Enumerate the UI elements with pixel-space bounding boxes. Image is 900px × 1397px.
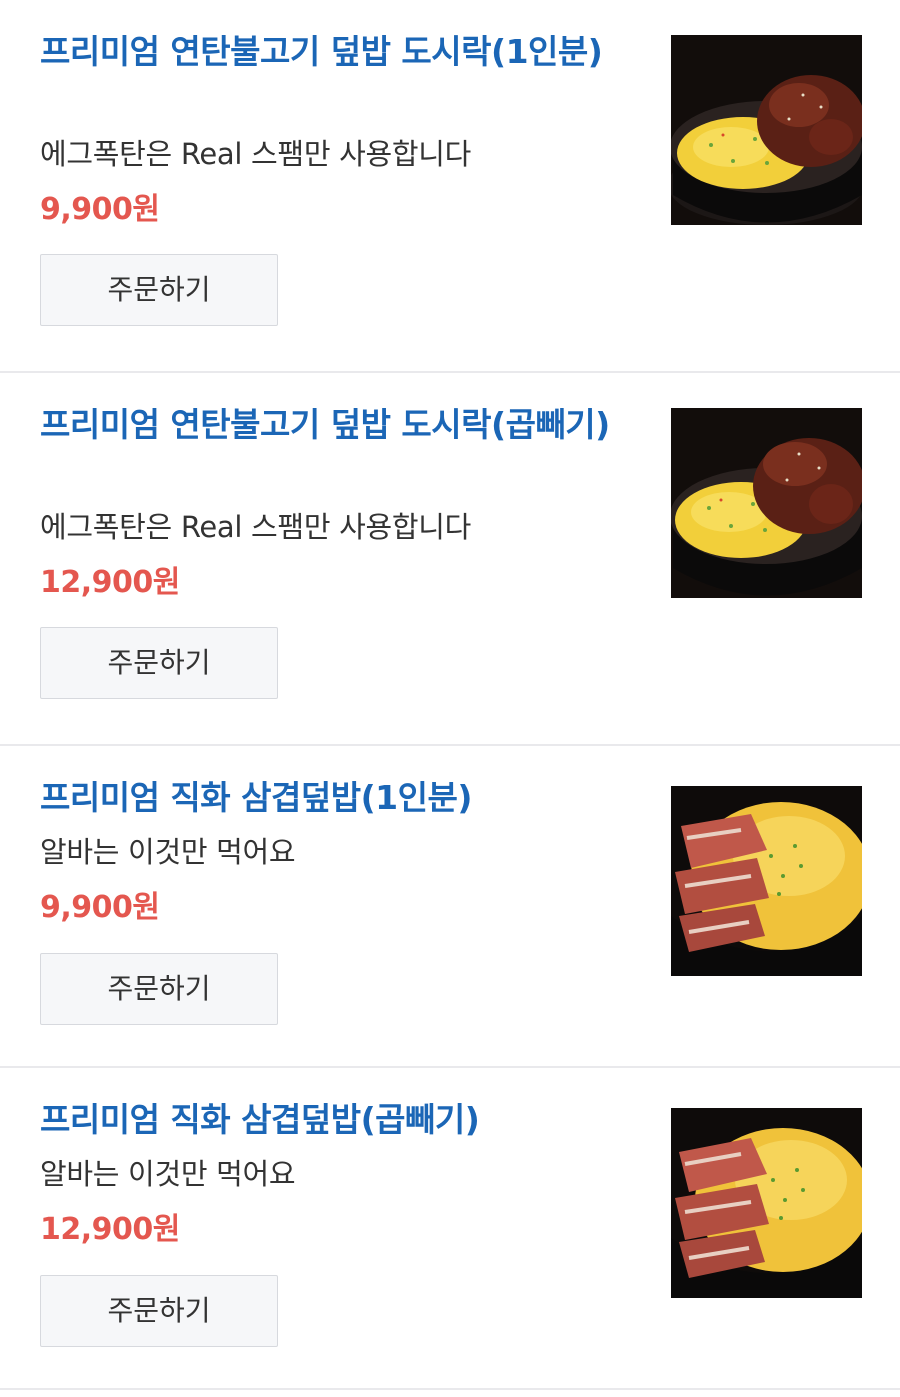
menu-item-price: 9,900원	[40, 890, 160, 925]
pork-belly-rice-bowl-photo[interactable]	[671, 786, 862, 976]
menu-list: 프리미엄 연탄불고기 덮밥 도시락(1인분) 에그폭탄은 Real 스팸만 사용…	[0, 0, 900, 1390]
menu-item-description: 에그폭탄은 Real 스팸만 사용합니다	[40, 510, 472, 544]
menu-item[interactable]: 프리미엄 직화 삼겹덮밥(곱빼기) 알바는 이것만 먹어요 12,900원 주문…	[0, 1068, 900, 1390]
order-button[interactable]: 주문하기	[40, 1275, 278, 1347]
menu-item-title[interactable]: 프리미엄 직화 삼겹덮밥(곱빼기)	[40, 1092, 640, 1148]
order-button[interactable]: 주문하기	[40, 254, 278, 326]
menu-item-price: 12,900원	[40, 565, 180, 600]
menu-item[interactable]: 프리미엄 연탄불고기 덮밥 도시락(1인분) 에그폭탄은 Real 스팸만 사용…	[0, 0, 900, 373]
order-button[interactable]: 주문하기	[40, 627, 278, 699]
order-button[interactable]: 주문하기	[40, 953, 278, 1025]
menu-item-description: 알바는 이것만 먹어요	[40, 1157, 296, 1191]
menu-item-description: 에그폭탄은 Real 스팸만 사용합니다	[40, 137, 472, 171]
menu-item-title[interactable]: 프리미엄 연탄불고기 덮밥 도시락(곱빼기)	[40, 397, 640, 453]
bulgogi-rice-bowl-photo[interactable]	[671, 35, 862, 225]
menu-item[interactable]: 프리미엄 연탄불고기 덮밥 도시락(곱빼기) 에그폭탄은 Real 스팸만 사용…	[0, 373, 900, 746]
bulgogi-rice-bowl-photo[interactable]	[671, 408, 862, 598]
pork-belly-rice-bowl-photo[interactable]	[671, 1108, 862, 1298]
menu-item[interactable]: 프리미엄 직화 삼겹덮밥(1인분) 알바는 이것만 먹어요 9,900원 주문하…	[0, 746, 900, 1068]
menu-item-title[interactable]: 프리미엄 직화 삼겹덮밥(1인분)	[40, 770, 640, 826]
menu-item-price: 9,900원	[40, 192, 160, 227]
menu-item-title[interactable]: 프리미엄 연탄불고기 덮밥 도시락(1인분)	[40, 24, 640, 80]
menu-item-description: 알바는 이것만 먹어요	[40, 835, 296, 869]
menu-item-price: 12,900원	[40, 1212, 180, 1247]
